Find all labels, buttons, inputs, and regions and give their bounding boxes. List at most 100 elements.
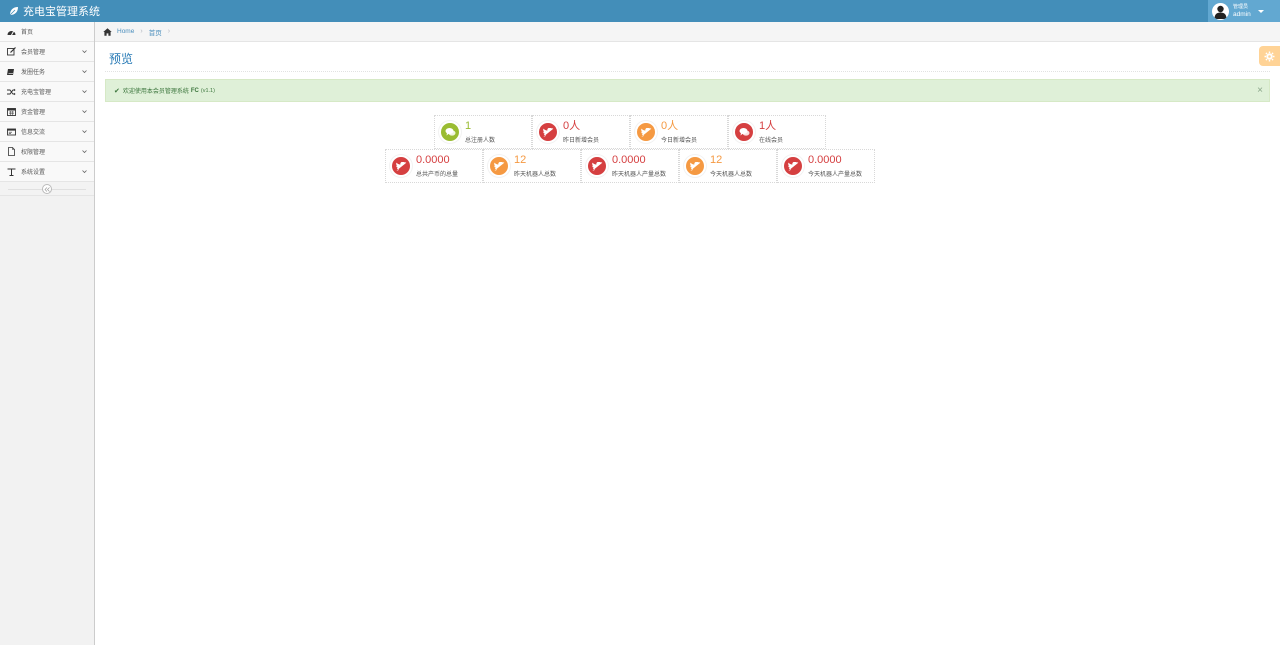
- sidebar-item-tasks[interactable]: 发圈任务: [0, 62, 94, 82]
- twitter-icon: [395, 161, 406, 171]
- brand-title: 充电宝管理系统: [23, 6, 100, 18]
- chevron-down-icon: [82, 150, 87, 154]
- infobox-icon-circle: [537, 121, 559, 143]
- user-role: 管理员: [1233, 4, 1249, 10]
- chevron-down-icon: [82, 130, 87, 134]
- sidebar-item-home[interactable]: 首页: [0, 22, 94, 42]
- calendar-icon: [6, 107, 16, 117]
- alert-text: 欢迎使用本会员管理系统: [122, 89, 189, 95]
- sidebar-item-funds[interactable]: 资金管理: [0, 102, 94, 122]
- alert-version: (v1.1): [200, 87, 215, 94]
- sidebar-item-messages[interactable]: 信息交流: [0, 122, 94, 142]
- home-icon: [103, 27, 112, 36]
- infobox-label: 昨天机器人总数: [514, 172, 557, 178]
- sidebar-item-label: 会员管理: [21, 50, 46, 56]
- infobox-yesterday-robot-output: 0.0000 昨天机器人产量总数: [581, 149, 679, 183]
- ace-settings-button[interactable]: [1259, 46, 1280, 66]
- infobox-today-new-members: 0人 今日新增会员: [630, 115, 728, 149]
- twitter-icon: [689, 161, 700, 171]
- book-icon: [6, 67, 16, 77]
- infobox-total-coin-output: 0.0000 总共产币的总量: [385, 149, 483, 183]
- infobox-icon-circle: [439, 121, 461, 143]
- infobox-label: 总共产币的总量: [416, 172, 459, 178]
- chevron-down-icon: [82, 170, 87, 174]
- chevron-down-icon: [82, 110, 87, 114]
- breadcrumb-separator-icon: ›: [140, 28, 143, 35]
- avatar: [1212, 2, 1229, 20]
- infobox-label: 昨日新增会员: [563, 138, 600, 144]
- page-title: 预览: [109, 52, 134, 66]
- infobox-today-robots: 12 今天机器人总数: [679, 149, 777, 183]
- infobox-icon-circle: [488, 155, 510, 177]
- comments-icon: [739, 128, 749, 136]
- infobox-icon-circle: [390, 155, 412, 177]
- page-header: 预览: [105, 42, 1270, 72]
- infobox-icon-circle: [782, 155, 804, 177]
- stats-row-1: 1 总注册人数 0人 昨日新增会员 0人 今日新增会员 1人 在线会员: [434, 115, 826, 149]
- infobox-value: 1: [465, 120, 472, 132]
- sidebar-item-label: 系统设置: [21, 170, 46, 176]
- infobox-value: 12: [710, 154, 723, 166]
- stats-row-2: 0.0000 总共产币的总量 12 昨天机器人总数 0.0000 昨天机器人产量…: [385, 149, 875, 183]
- caret-down-icon: [1257, 9, 1264, 13]
- collapse-sidebar-button[interactable]: [42, 184, 52, 194]
- card-icon: [6, 127, 16, 137]
- sidebar: 首页 会员管理 发圈任务 充电宝管理 资金管理 信息交流 权限管理 系统设置: [0, 22, 95, 645]
- infobox-icon-circle: [684, 155, 706, 177]
- text-height-icon: [6, 167, 16, 177]
- chevron-down-icon: [82, 90, 87, 94]
- infobox-icon-circle: [635, 121, 657, 143]
- breadcrumb-home-link[interactable]: Home: [117, 28, 134, 35]
- infobox-icon-circle: [586, 155, 608, 177]
- infobox-today-robot-output: 0.0000 今天机器人产量总数: [777, 149, 875, 183]
- infobox-label: 今日新增会员: [661, 138, 698, 144]
- close-alert-button[interactable]: ×: [1257, 85, 1263, 96]
- user-menu[interactable]: 管理员 admin: [1208, 0, 1280, 22]
- top-navbar: 充电宝管理系统 管理员 admin: [0, 0, 1280, 22]
- sidebar-item-powerbank[interactable]: 充电宝管理: [0, 82, 94, 102]
- infobox-value: 0.0000: [808, 154, 842, 166]
- infobox-value: 0人: [563, 120, 581, 132]
- sidebar-item-label: 资金管理: [21, 110, 46, 116]
- twitter-icon: [493, 161, 504, 171]
- gear-icon: [1264, 51, 1275, 61]
- double-angle-left-icon: [44, 186, 50, 192]
- infobox-online-members: 1人 在线会员: [728, 115, 826, 149]
- infobox-label: 今天机器人总数: [710, 172, 753, 178]
- infobox-value: 0人: [661, 120, 679, 132]
- twitter-icon: [542, 127, 553, 137]
- sidebar-item-label: 充电宝管理: [21, 90, 52, 96]
- infobox-yesterday-robots: 12 昨天机器人总数: [483, 149, 581, 183]
- infobox-label: 今天机器人产量总数: [808, 172, 863, 178]
- comments-icon: [445, 128, 455, 136]
- twitter-icon: [591, 161, 602, 171]
- sidebar-item-label: 信息交流: [21, 130, 46, 136]
- sidebar-item-members[interactable]: 会员管理: [0, 42, 94, 62]
- brand[interactable]: 充电宝管理系统: [9, 3, 100, 19]
- breadcrumb-separator-icon: ›: [167, 28, 171, 35]
- infobox-icon-circle: [733, 121, 755, 143]
- infobox-value: 1人: [759, 120, 777, 132]
- chevron-down-icon: [82, 50, 87, 54]
- infobox-yesterday-new-members: 0人 昨日新增会员: [532, 115, 630, 149]
- sidebar-item-settings[interactable]: 系统设置: [0, 162, 94, 182]
- twitter-icon: [640, 127, 651, 137]
- infobox-value: 12: [514, 154, 527, 166]
- dashboard-icon: [6, 27, 16, 37]
- sidebar-collapse-bar: [0, 182, 94, 196]
- breadcrumb: Home › 首页 ›: [95, 22, 1280, 42]
- sidebar-item-permissions[interactable]: 权限管理: [0, 142, 94, 162]
- infobox-value: 0.0000: [612, 154, 646, 166]
- twitter-icon: [787, 161, 798, 171]
- breadcrumb-current-link[interactable]: 首页: [149, 27, 162, 37]
- leaf-icon: [9, 7, 18, 16]
- file-icon: [6, 147, 16, 157]
- alert-strong-text: FC: [190, 87, 199, 94]
- random-icon: [6, 87, 16, 97]
- sidebar-item-label: 权限管理: [21, 150, 46, 156]
- infobox-label: 总注册人数: [465, 138, 496, 144]
- infobox-label: 在线会员: [759, 138, 784, 144]
- edit-icon: [6, 47, 16, 57]
- infobox-total-registered: 1 总注册人数: [434, 115, 532, 149]
- user-name: admin: [1233, 11, 1251, 18]
